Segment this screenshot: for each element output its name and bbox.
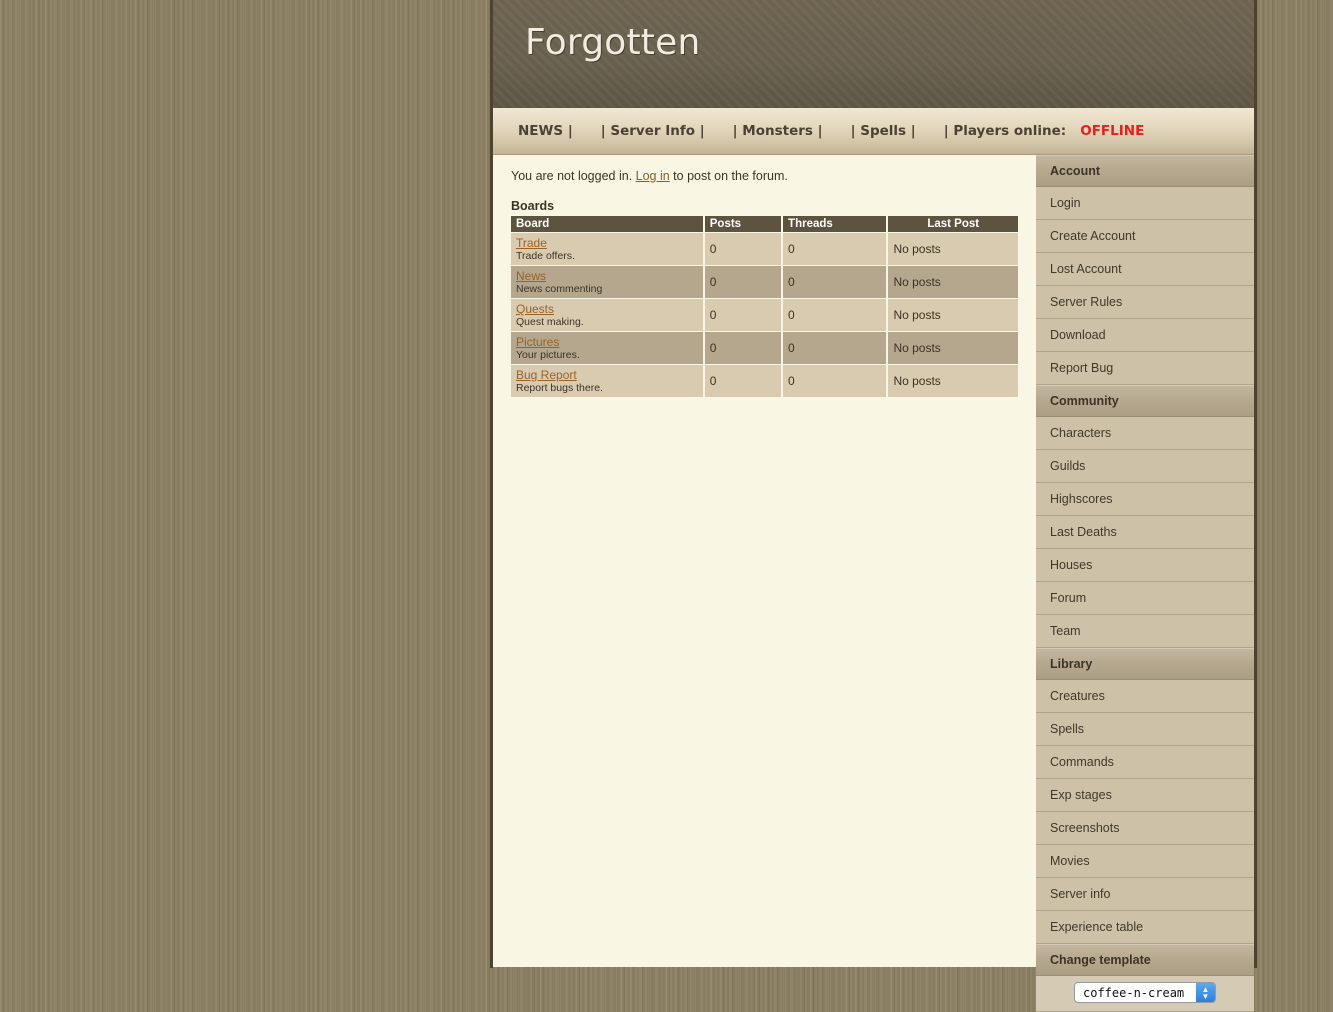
board-link[interactable]: Pictures	[516, 335, 698, 349]
table-row: TradeTrade offers.00No posts	[511, 233, 1018, 265]
board-cell: Bug ReportReport bugs there.	[511, 365, 705, 397]
boards-table-header-row: Board Posts Threads Last Post	[511, 216, 1018, 232]
site-header: Forgotten	[493, 0, 1254, 108]
template-select-row: coffee-n-cream▲▼	[1036, 976, 1254, 1012]
sidebar-item-download[interactable]: Download	[1036, 319, 1254, 352]
board-link[interactable]: Bug Report	[516, 368, 698, 382]
sidebar-item-experience-table[interactable]: Experience table	[1036, 911, 1254, 944]
board-cell: NewsNews commenting	[511, 266, 705, 298]
sidebar-section-header-change-template: Change template	[1036, 944, 1254, 976]
board-description: News commenting	[516, 283, 698, 295]
sidebar-item-login[interactable]: Login	[1036, 187, 1254, 220]
sidebar-item-team[interactable]: Team	[1036, 615, 1254, 648]
sidebar-item-houses[interactable]: Houses	[1036, 549, 1254, 582]
login-link[interactable]: Log in	[636, 169, 670, 183]
table-row: NewsNews commenting00No posts	[511, 266, 1018, 298]
header-threads: Threads	[783, 216, 888, 232]
board-description: Trade offers.	[516, 250, 698, 262]
sidebar-section-header: Community	[1036, 385, 1254, 417]
sidebar-item-spells[interactable]: Spells	[1036, 713, 1254, 746]
sidebar-item-exp-stages[interactable]: Exp stages	[1036, 779, 1254, 812]
threads-count: 0	[783, 332, 888, 364]
login-notice-after: to post on the forum.	[670, 169, 788, 183]
sidebar-item-screenshots[interactable]: Screenshots	[1036, 812, 1254, 845]
board-cell: QuestsQuest making.	[511, 299, 705, 331]
board-description: Quest making.	[516, 316, 698, 328]
last-post-cell: No posts	[888, 233, 1018, 265]
board-cell: TradeTrade offers.	[511, 233, 705, 265]
last-post-cell: No posts	[888, 332, 1018, 364]
table-row: PicturesYour pictures.00No posts	[511, 332, 1018, 364]
boards-table: Board Posts Threads Last Post TradeTrade…	[511, 215, 1018, 398]
sidebar-item-lost-account[interactable]: Lost Account	[1036, 253, 1254, 286]
threads-count: 0	[783, 266, 888, 298]
board-link[interactable]: Quests	[516, 302, 698, 316]
sidebar-item-forum[interactable]: Forum	[1036, 582, 1254, 615]
board-link[interactable]: Trade	[516, 236, 698, 250]
content-sidebar-gutter	[1029, 155, 1036, 967]
threads-count: 0	[783, 299, 888, 331]
sidebar-item-movies[interactable]: Movies	[1036, 845, 1254, 878]
sidebar-item-server-info[interactable]: Server info	[1036, 878, 1254, 911]
players-online-label: | Players online:	[944, 123, 1067, 139]
sidebar-item-creatures[interactable]: Creatures	[1036, 680, 1254, 713]
page-body: You are not logged in. Log in to post on…	[493, 155, 1254, 967]
posts-count: 0	[705, 299, 783, 331]
header-last-post: Last Post	[888, 216, 1018, 232]
board-description: Your pictures.	[516, 349, 698, 361]
last-post-cell: No posts	[888, 299, 1018, 331]
sidebar-item-highscores[interactable]: Highscores	[1036, 483, 1254, 516]
site-title: Forgotten	[525, 22, 701, 63]
main-content: You are not logged in. Log in to post on…	[493, 155, 1029, 967]
posts-count: 0	[705, 233, 783, 265]
nav-item-0[interactable]: NEWS |	[518, 123, 573, 139]
page-container: Forgotten NEWS | | Server Info | | Monster…	[490, 0, 1257, 968]
sidebar-section-header: Library	[1036, 648, 1254, 680]
posts-count: 0	[705, 266, 783, 298]
last-post-cell: No posts	[888, 266, 1018, 298]
sidebar-section-header: Account	[1036, 155, 1254, 187]
board-link[interactable]: News	[516, 269, 698, 283]
sidebar-item-last-deaths[interactable]: Last Deaths	[1036, 516, 1254, 549]
nav-item-2[interactable]: | Monsters |	[733, 123, 823, 139]
board-cell: PicturesYour pictures.	[511, 332, 705, 364]
sidebar-item-characters[interactable]: Characters	[1036, 417, 1254, 450]
sidebar-item-commands[interactable]: Commands	[1036, 746, 1254, 779]
threads-count: 0	[783, 233, 888, 265]
board-description: Report bugs there.	[516, 382, 698, 394]
table-row: QuestsQuest making.00No posts	[511, 299, 1018, 331]
login-notice-before: You are not logged in.	[511, 169, 636, 183]
table-row: Bug ReportReport bugs there.00No posts	[511, 365, 1018, 397]
posts-count: 0	[705, 332, 783, 364]
players-online-status: OFFLINE	[1080, 123, 1144, 139]
sidebar-item-guilds[interactable]: Guilds	[1036, 450, 1254, 483]
sidebar-item-report-bug[interactable]: Report Bug	[1036, 352, 1254, 385]
sidebar-item-server-rules[interactable]: Server Rules	[1036, 286, 1254, 319]
main-navigation: NEWS | | Server Info | | Monsters | | Spell…	[493, 108, 1254, 155]
threads-count: 0	[783, 365, 888, 397]
header-board: Board	[511, 216, 705, 232]
login-notice: You are not logged in. Log in to post on…	[511, 169, 1029, 183]
sidebar: AccountLoginCreate AccountLost AccountSe…	[1036, 155, 1254, 967]
nav-item-1[interactable]: | Server Info |	[601, 123, 705, 139]
header-posts: Posts	[705, 216, 783, 232]
sidebar-item-create-account[interactable]: Create Account	[1036, 220, 1254, 253]
template-select[interactable]: coffee-n-cream	[1074, 982, 1216, 1003]
last-post-cell: No posts	[888, 365, 1018, 397]
boards-heading: Boards	[511, 199, 1029, 213]
posts-count: 0	[705, 365, 783, 397]
template-select-wrap: coffee-n-cream▲▼	[1074, 982, 1216, 1003]
nav-item-3[interactable]: | Spells |	[851, 123, 916, 139]
